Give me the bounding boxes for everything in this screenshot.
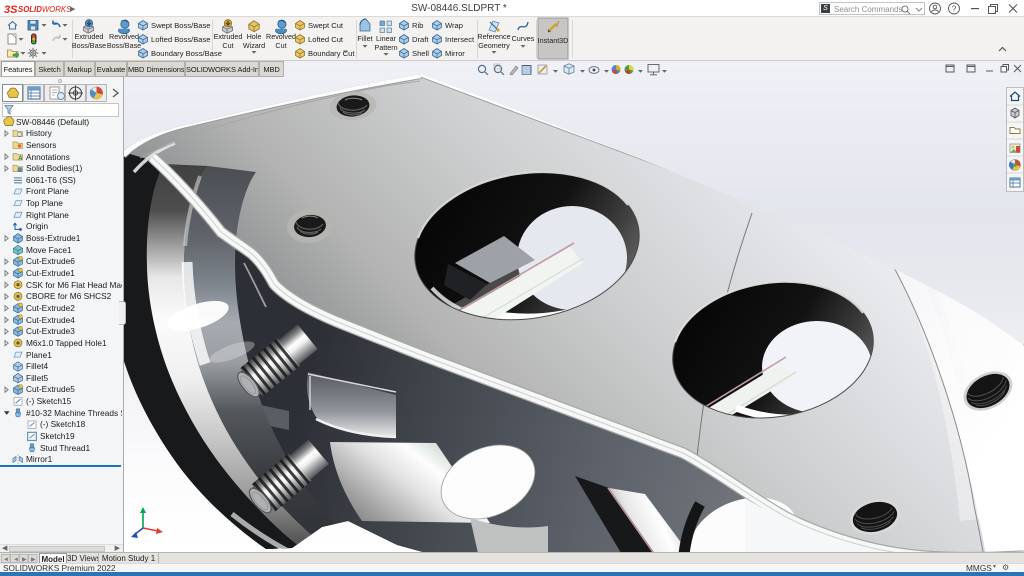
svg-text:Fillet: Fillet [357,34,372,43]
svg-text:Wrap: Wrap [445,21,463,30]
svg-text:Swept Boss/Base: Swept Boss/Base [151,21,211,30]
svg-text:SOLIDWORKS: SOLIDWORKS [18,5,72,14]
svg-text:Geometry: Geometry [478,41,510,50]
svg-text:Draft: Draft [412,35,429,44]
svg-text:Revolved: Revolved [266,32,296,41]
svg-text:Extruded: Extruded [75,32,104,41]
svg-text:Instant3D: Instant3D [538,36,569,45]
svg-text:Rib: Rib [412,21,423,30]
svg-text:Mirror: Mirror [445,49,465,58]
svg-text:Hole: Hole [247,32,262,41]
svg-text:Boss/Base: Boss/Base [72,41,106,50]
svg-text:?: ? [952,4,957,13]
svg-text:3S: 3S [4,4,18,16]
svg-text:Intersect: Intersect [445,35,475,44]
svg-text:Revolved: Revolved [109,32,139,41]
svg-text:Curves: Curves [512,34,535,43]
svg-text:Cut: Cut [275,41,286,50]
svg-text:Boundary Cut: Boundary Cut [308,49,355,58]
svg-text:Reference: Reference [477,32,510,41]
svg-text:Lofted Cut: Lofted Cut [308,35,344,44]
svg-text:Extruded: Extruded [214,32,243,41]
svg-text:Shell: Shell [412,49,429,58]
svg-text:Cut: Cut [222,41,233,50]
svg-text:Lofted Boss/Base: Lofted Boss/Base [151,35,211,44]
svg-text:Boss/Base: Boss/Base [107,41,141,50]
svg-text:Wizard: Wizard [243,41,265,50]
svg-text:Linear: Linear [376,34,397,43]
svg-text:Swept Cut: Swept Cut [308,21,344,30]
svg-text:Boundary Boss/Base: Boundary Boss/Base [151,49,222,58]
svg-text:Pattern: Pattern [374,43,397,52]
